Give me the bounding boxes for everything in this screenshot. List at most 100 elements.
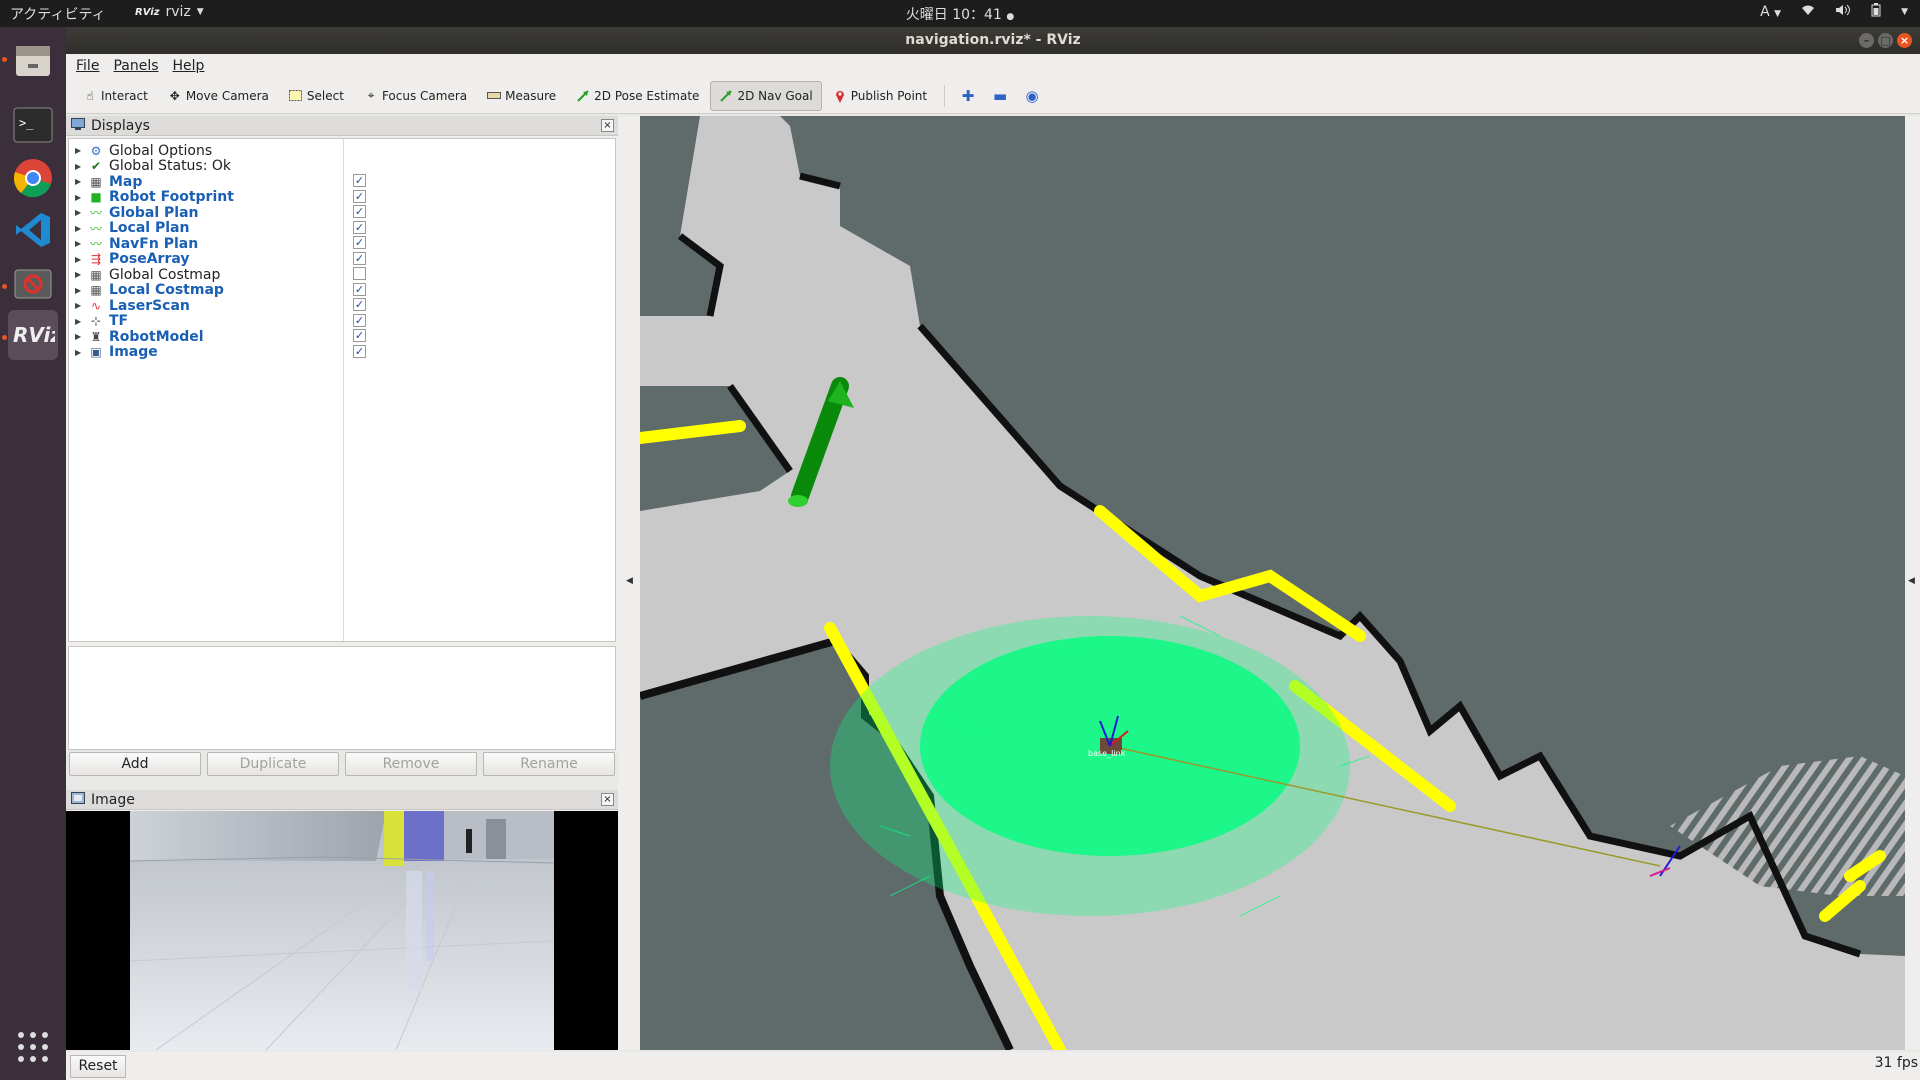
- duplicate-display-button[interactable]: Duplicate: [207, 752, 339, 776]
- display-enabled-checkbox[interactable]: ✓: [353, 236, 366, 249]
- fps-counter: 31 fps: [1874, 1055, 1918, 1071]
- path-icon: 〰: [89, 206, 102, 220]
- plus-icon[interactable]: ✚: [953, 81, 983, 111]
- expand-arrow-icon[interactable]: ▶: [75, 177, 83, 186]
- display-enabled-checkbox[interactable]: ✓: [353, 189, 366, 203]
- close-panel-button[interactable]: ×: [601, 793, 614, 806]
- minus-icon[interactable]: ▬: [985, 81, 1015, 111]
- notification-dot-icon: ●: [1006, 12, 1015, 22]
- expand-arrow-icon[interactable]: ▶: [75, 146, 83, 155]
- monitor-icon: [71, 117, 85, 134]
- running-indicator: [2, 57, 7, 62]
- display-enabled-checkbox[interactable]: ✓: [353, 205, 366, 218]
- displays-panel: Displays × ▶ ⚙ Global Options ▶ ✔ Global Stat…: [66, 116, 618, 750]
- volume-icon[interactable]: [1835, 4, 1851, 20]
- gear-icon: ⚙: [90, 143, 102, 158]
- clock[interactable]: 火曜日 10：41 ●: [0, 4, 1920, 24]
- selection-box-icon: [289, 89, 303, 103]
- menu-help[interactable]: Help: [173, 58, 205, 74]
- navigation-map[interactable]: base_link: [640, 116, 1905, 1050]
- window-title-bar[interactable]: navigation.rviz* - RViz – □ ×: [66, 27, 1920, 54]
- display-enabled-checkbox[interactable]: ✓: [353, 251, 366, 265]
- camera-image-view: [66, 811, 618, 1050]
- menu-panels[interactable]: Panels: [113, 58, 158, 74]
- input-method-indicator[interactable]: A ▼: [1760, 4, 1781, 20]
- system-tray[interactable]: A ▼ ▼: [1760, 3, 1908, 21]
- maximize-button[interactable]: □: [1878, 33, 1893, 48]
- close-button[interactable]: ×: [1897, 33, 1912, 48]
- expand-arrow-icon[interactable]: ▶: [75, 255, 83, 264]
- measure-tool[interactable]: Measure: [478, 81, 565, 111]
- focus-camera-tool[interactable]: ⌖ Focus Camera: [355, 81, 476, 111]
- show-applications-button[interactable]: [18, 1032, 48, 1062]
- status-bar: Reset 31 fps: [66, 1052, 1920, 1080]
- pose-estimate-tool[interactable]: 2D Pose Estimate: [567, 81, 708, 111]
- expand-arrow-icon[interactable]: ▶: [75, 208, 83, 217]
- expand-arrow-icon[interactable]: ▶: [75, 317, 83, 326]
- robot-icon: ♜: [90, 329, 102, 344]
- display-enabled-checkbox[interactable]: ✓: [353, 174, 366, 187]
- rviz-launcher[interactable]: RViz: [8, 310, 58, 360]
- files-launcher[interactable]: [8, 35, 58, 85]
- svg-text:RViz: RViz: [13, 323, 55, 347]
- rviz-icon: RViz: [13, 323, 55, 347]
- eye-icon[interactable]: ◉: [1017, 81, 1047, 111]
- collapse-right-icon[interactable]: ◀: [1908, 576, 1915, 586]
- display-enabled-checkbox[interactable]: ✓: [353, 344, 366, 358]
- expand-arrow-icon[interactable]: ▶: [75, 162, 83, 171]
- expand-arrow-icon[interactable]: ▶: [75, 286, 83, 295]
- publish-point-tool-label: Publish Point: [850, 88, 928, 103]
- vscode-launcher[interactable]: [8, 205, 58, 255]
- display-item[interactable]: ▶ ▣ Image ✓: [69, 343, 615, 362]
- close-panel-button[interactable]: ×: [601, 119, 614, 132]
- add-display-button[interactable]: Add: [69, 752, 201, 776]
- image-panel-header[interactable]: Image ×: [66, 790, 618, 810]
- select-tool[interactable]: Select: [280, 81, 353, 111]
- map-icon: ▦: [90, 283, 102, 297]
- expand-arrow-icon[interactable]: ▶: [75, 224, 83, 233]
- path-icon: 〰: [89, 237, 102, 251]
- collapse-left-icon[interactable]: ◀: [626, 576, 633, 586]
- display-enabled-checkbox[interactable]: [353, 267, 366, 280]
- publish-point-tool[interactable]: Publish Point: [824, 81, 936, 111]
- left-dock-splitter[interactable]: ◀: [618, 116, 640, 1050]
- display-enabled-checkbox[interactable]: ✓: [353, 220, 366, 234]
- expand-arrow-icon[interactable]: ▶: [75, 301, 83, 310]
- wifi-icon[interactable]: [1801, 4, 1815, 20]
- chrome-icon: [13, 159, 52, 198]
- tf-frame-label: base_link: [1088, 749, 1126, 758]
- toolbar-separator: [944, 84, 946, 107]
- battery-icon[interactable]: [1871, 3, 1881, 21]
- expand-arrow-icon[interactable]: ▶: [75, 270, 83, 279]
- menu-file[interactable]: File: [76, 58, 99, 74]
- 3d-render-view[interactable]: base_link: [640, 116, 1905, 1050]
- right-dock-splitter[interactable]: ◀: [1905, 116, 1920, 1050]
- move-camera-tool[interactable]: ✥ Move Camera: [159, 81, 278, 111]
- display-enabled-checkbox[interactable]: ✓: [353, 313, 366, 327]
- path-icon: 〰: [89, 221, 102, 236]
- blocked-app-launcher[interactable]: [8, 259, 58, 309]
- display-enabled-checkbox[interactable]: ✓: [353, 329, 366, 342]
- minimize-button[interactable]: –: [1859, 33, 1874, 48]
- expand-arrow-icon[interactable]: ▶: [75, 348, 83, 357]
- file-cabinet-icon: [16, 46, 50, 76]
- expand-arrow-icon[interactable]: ▶: [75, 193, 83, 202]
- rename-display-button[interactable]: Rename: [483, 752, 615, 776]
- image-panel: Image ×: [66, 790, 618, 1050]
- pose-array-particles: [830, 616, 1350, 916]
- remove-display-button[interactable]: Remove: [345, 752, 477, 776]
- expand-arrow-icon[interactable]: ▶: [75, 239, 83, 248]
- interact-tool[interactable]: ☝ Interact: [74, 81, 157, 111]
- map-icon: ▦: [90, 174, 102, 189]
- dock: >_ RViz: [0, 27, 66, 1080]
- display-enabled-checkbox[interactable]: ✓: [353, 298, 366, 311]
- displays-panel-header[interactable]: Displays ×: [66, 116, 618, 136]
- terminal-launcher[interactable]: >_: [8, 100, 58, 150]
- expand-arrow-icon[interactable]: ▶: [75, 332, 83, 341]
- nav-goal-tool[interactable]: 2D Nav Goal: [710, 80, 822, 111]
- displays-button-row: Add Duplicate Remove Rename: [66, 752, 618, 780]
- reset-button[interactable]: Reset: [70, 1055, 126, 1078]
- chrome-launcher[interactable]: [8, 153, 58, 203]
- chevron-down-icon[interactable]: ▼: [1901, 7, 1908, 17]
- display-enabled-checkbox[interactable]: ✓: [353, 282, 366, 296]
